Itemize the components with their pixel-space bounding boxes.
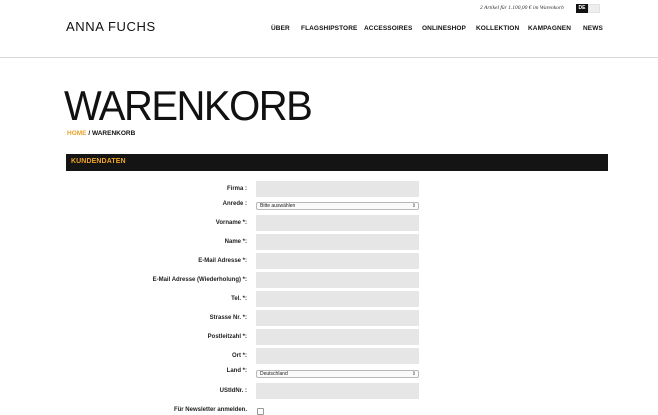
vorname-field[interactable] bbox=[256, 215, 419, 231]
chevron-updown-icon: ⇕ bbox=[411, 203, 416, 209]
ustid-field[interactable] bbox=[256, 383, 419, 399]
section-header-bar: KUNDENDATEN bbox=[66, 154, 608, 171]
tel-field[interactable] bbox=[256, 291, 419, 307]
ustid-label: UStIdNr. : bbox=[219, 388, 247, 394]
tel-label: Tel. *: bbox=[231, 296, 247, 302]
language-en-button[interactable]: EN bbox=[588, 4, 600, 13]
email-repeat-field[interactable] bbox=[256, 272, 419, 288]
section-title: KUNDENDATEN bbox=[71, 158, 126, 165]
site-header: ANNA FUCHS 2 Artikel für 1.100,00 € im W… bbox=[0, 0, 658, 58]
land-select[interactable]: Deutschland ⇕ bbox=[256, 370, 419, 378]
nav-item-flagshipstore[interactable]: FLAGSHIPSTORE bbox=[301, 25, 357, 32]
site-logo[interactable]: ANNA FUCHS bbox=[66, 19, 156, 34]
land-selected-value: Deutschland bbox=[260, 371, 288, 377]
breadcrumb-separator: / bbox=[88, 130, 91, 137]
anrede-label: Anrede : bbox=[222, 201, 247, 207]
name-field[interactable] bbox=[256, 234, 419, 250]
land-label: Land *: bbox=[226, 368, 247, 374]
nav-item-kampagnen[interactable]: KAMPAGNEN bbox=[528, 25, 571, 32]
plz-field[interactable] bbox=[256, 329, 419, 345]
breadcrumb-current: WARENKORB bbox=[91, 130, 136, 137]
email-repeat-label: E-Mail Adresse (Wiederholung) *: bbox=[152, 277, 247, 283]
breadcrumb: HOME / WARENKORB bbox=[67, 130, 135, 137]
strasse-field[interactable] bbox=[256, 310, 419, 326]
nav-item-kollektion[interactable]: KOLLEKTION bbox=[476, 25, 519, 32]
ort-label: Ort *: bbox=[232, 353, 247, 359]
strasse-label: Strasse Nr. *: bbox=[209, 315, 247, 321]
name-label: Name *: bbox=[224, 239, 247, 245]
email-field[interactable] bbox=[256, 253, 419, 269]
chevron-updown-icon: ⇕ bbox=[411, 371, 416, 377]
page-title: WARENKORB bbox=[64, 83, 313, 130]
newsletter-label: Für Newsletter anmelden. bbox=[173, 407, 247, 413]
firma-field[interactable] bbox=[256, 181, 419, 197]
cart-summary[interactable]: 2 Artikel für 1.100,00 € im Warenkorb bbox=[480, 5, 564, 11]
newsletter-checkbox[interactable] bbox=[257, 408, 264, 415]
nav-item-onlineshop[interactable]: ONLINESHOP bbox=[422, 25, 466, 32]
language-de-button[interactable]: DE bbox=[576, 4, 588, 13]
plz-label: Postleitzahl *: bbox=[207, 334, 247, 340]
breadcrumb-home-link[interactable]: HOME bbox=[67, 130, 87, 137]
anrede-selected-value: Bitte auswählen bbox=[260, 203, 296, 209]
ort-field[interactable] bbox=[256, 348, 419, 364]
email-label: E-Mail Adresse *: bbox=[198, 258, 247, 264]
vorname-label: Vorname *: bbox=[215, 220, 247, 226]
nav-item-ueber[interactable]: ÜBER bbox=[271, 25, 290, 32]
nav-item-accessoires[interactable]: ACCESSOIRES bbox=[364, 25, 412, 32]
anrede-select[interactable]: Bitte auswählen ⇕ bbox=[256, 202, 419, 210]
firma-label: Firma : bbox=[226, 186, 247, 192]
nav-item-news[interactable]: NEWS bbox=[583, 25, 603, 32]
